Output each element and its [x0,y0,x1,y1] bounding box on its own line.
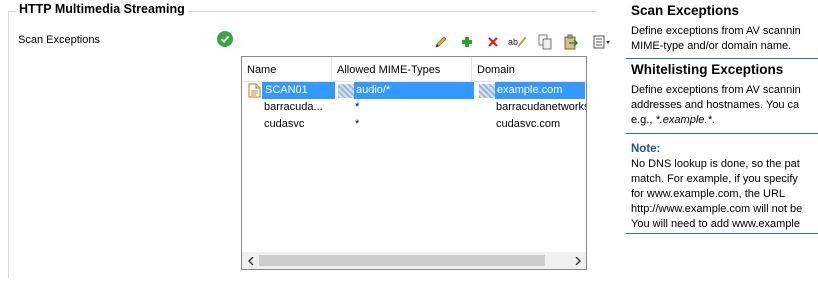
help-note-line: match. For example, if you specify [631,173,798,185]
cell-mime: * [355,101,360,113]
cell-mime: * [355,118,360,130]
paste-icon[interactable] [562,33,580,51]
pencil-icon[interactable] [432,33,450,51]
help-whitelist-line: addresses and hostnames. You ca [631,99,800,111]
help-whitelist-example-line: e.g., *.example.*. [631,113,715,128]
cell-domain: cudasvc.com [496,118,561,130]
help-example-prefix: e.g., [631,114,656,126]
help-divider [626,233,818,234]
column-header-domain[interactable]: Domain [472,57,586,81]
horizontal-scrollbar[interactable] [242,252,586,269]
section-title: HTTP Multimedia Streaming [16,2,188,16]
rename-icon[interactable]: ab [508,33,526,51]
help-divider [626,133,818,134]
help-note-title: Note: [631,143,661,155]
delete-icon[interactable] [484,33,502,51]
plus-icon[interactable] [458,33,476,51]
scan-exceptions-list[interactable]: Name Allowed MIME-Types Domain SCAN01 au… [241,56,587,270]
list-menu-icon[interactable] [592,33,614,51]
help-panel: Scan Exceptions Define exceptions from A… [626,0,818,283]
table-row[interactable]: barracuda... * barracudanetworks [242,99,586,116]
cell-domain: barracudanetworks [496,101,586,113]
help-example-suffix: . [711,114,715,126]
column-header-name[interactable]: Name [242,57,332,81]
column-header-mime[interactable]: Allowed MIME-Types [332,57,472,81]
selection-marker [338,84,354,98]
help-note-line: No DNS lookup is done, so the pat [631,158,800,170]
scroll-left-icon[interactable] [242,252,259,269]
table-row[interactable]: cudasvc * cudasvc.com [242,116,586,133]
scroll-thumb[interactable] [259,255,545,266]
selection-marker [479,84,495,98]
help-scan-line: MIME-type and/or domain name. [631,40,792,52]
cell-name: cudasvc [264,118,305,130]
help-whitelist-title: Whitelisting Exceptions [631,62,784,77]
cell-domain: example.com [495,82,585,99]
scroll-right-icon[interactable] [569,252,586,269]
help-scan-title: Scan Exceptions [631,3,740,18]
help-scan-line: Define exceptions from AV scannin [631,25,801,37]
check-circle-icon [217,31,233,47]
help-divider [626,58,818,59]
cell-mime: audio/* [354,82,474,99]
help-note-line: for www.example.com, the URL [631,188,786,200]
help-note-line: http://www.example.com will not be [631,203,803,215]
scan-exceptions-label: Scan Exceptions [18,34,100,46]
cell-name: SCAN01 [262,82,335,99]
help-note-line: You will need to add www.example [631,218,800,230]
help-example-pattern: *.example.* [655,114,712,126]
copy-icon[interactable] [536,33,554,51]
help-whitelist-line: Define exceptions from AV scannin [631,84,801,96]
cell-name: barracuda... [264,101,323,113]
table-row[interactable]: SCAN01 audio/* example.com [242,82,586,99]
list-header: Name Allowed MIME-Types Domain [242,57,586,82]
svg-text:ab: ab [508,37,518,47]
